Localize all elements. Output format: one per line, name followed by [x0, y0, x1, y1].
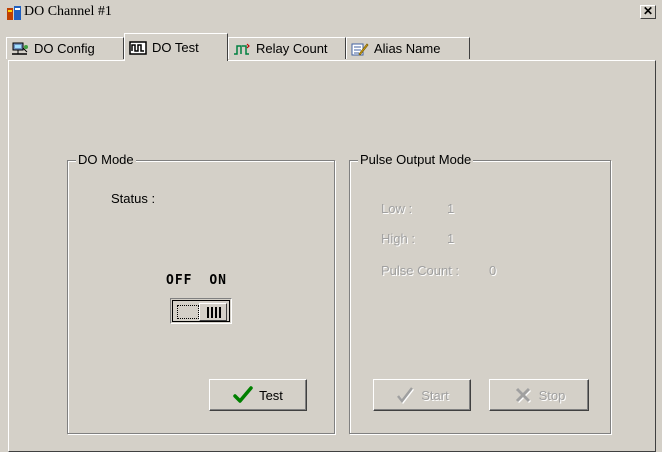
window-title: DO Channel #1: [24, 4, 112, 19]
tab-panel-do-test: DO Mode Status : OFF ON Test Pulse Outpu…: [8, 60, 656, 452]
high-label: High :: [381, 231, 415, 246]
start-button[interactable]: Start: [373, 379, 471, 411]
do-toggle-switch[interactable]: [170, 298, 232, 324]
do-channel-window: DO Channel #1 ✕ DO Config DO Test Relay …: [0, 0, 662, 452]
do-mode-title: DO Mode: [76, 152, 136, 167]
high-value: 1: [447, 231, 455, 246]
pulse-count-value: 0: [489, 263, 497, 278]
pulse-icon: [234, 43, 250, 55]
notepad-pencil-icon: [351, 42, 369, 56]
tab-label: DO Test: [152, 40, 199, 55]
network-config-icon: [12, 42, 28, 55]
status-label: Status :: [111, 191, 156, 206]
switch-knob: [199, 303, 227, 321]
switch-off-label: OFF: [166, 273, 193, 288]
tab-label: Relay Count: [256, 41, 328, 56]
tab-alias-name[interactable]: Alias Name: [346, 37, 470, 59]
test-button-label: Test: [259, 387, 283, 403]
stop-button[interactable]: Stop: [489, 379, 589, 411]
waveform-icon: [129, 40, 147, 55]
test-button[interactable]: Test: [209, 379, 307, 411]
low-label: Low :: [381, 201, 413, 216]
switch-on-label: ON: [209, 273, 227, 288]
pulse-output-mode-title: Pulse Output Mode: [358, 152, 474, 167]
close-icon: ✕: [642, 4, 654, 18]
checkmark-icon: [397, 387, 415, 404]
tab-do-config[interactable]: DO Config: [6, 37, 124, 59]
tab-do-test[interactable]: DO Test: [124, 33, 228, 61]
low-value: 1: [447, 201, 455, 216]
close-button[interactable]: ✕: [640, 5, 656, 19]
app-icon: [7, 6, 21, 20]
checkmark-icon: [233, 386, 253, 403]
tab-relay-count[interactable]: Relay Count: [228, 37, 346, 59]
start-button-label: Start: [421, 387, 449, 403]
tab-label: DO Config: [34, 41, 95, 56]
tab-label: Alias Name: [374, 41, 441, 56]
stop-button-label: Stop: [538, 387, 566, 403]
stop-x-icon: [515, 387, 531, 404]
title-bar: DO Channel #1 ✕: [0, 0, 662, 26]
switch-labels: OFF ON: [166, 273, 227, 288]
pulse-count-label: Pulse Count :: [381, 263, 460, 278]
